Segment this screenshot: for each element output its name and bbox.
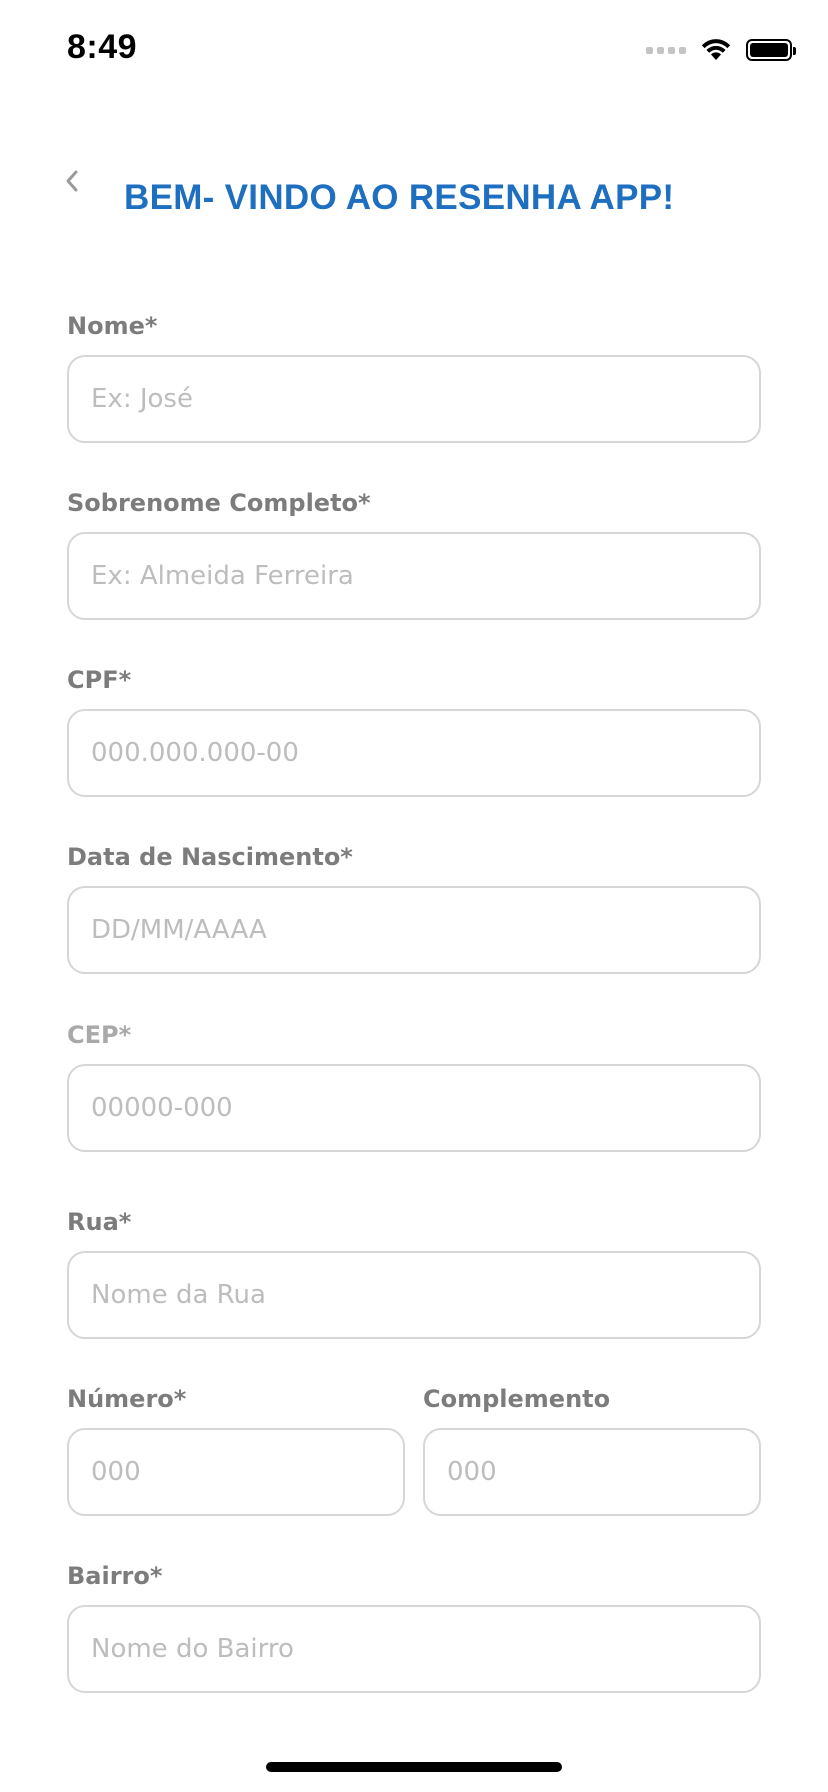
status-icons — [646, 34, 796, 66]
nome-field: Nome* — [67, 311, 761, 341]
bairro-field: Bairro* — [67, 1561, 761, 1591]
cpf-field: CPF* — [67, 665, 761, 695]
sobrenome-field: Sobrenome Completo* — [67, 488, 761, 518]
cellular-signal-icon — [646, 46, 686, 54]
cpf-label: CPF* — [67, 666, 132, 694]
complemento-input[interactable] — [423, 1428, 761, 1516]
rua-field: Rua* — [67, 1207, 761, 1237]
nascimento-field: Data de Nascimento* — [67, 842, 761, 872]
wifi-icon — [700, 38, 732, 62]
rua-input[interactable] — [67, 1251, 761, 1339]
bairro-label: Bairro* — [67, 1562, 163, 1590]
cpf-input[interactable] — [67, 709, 761, 797]
nome-label: Nome* — [67, 312, 158, 340]
battery-icon — [746, 39, 796, 61]
page-title-container: BEM- VINDO AO RESENHA APP! — [124, 170, 764, 212]
page-title: BEM- VINDO AO RESENHA APP! — [124, 178, 675, 212]
nome-input[interactable] — [67, 355, 761, 443]
chevron-left-icon[interactable] — [60, 166, 86, 196]
home-indicator[interactable] — [266, 1762, 562, 1772]
cep-input[interactable] — [67, 1064, 761, 1152]
status-time: 8:49 — [67, 28, 138, 66]
complemento-field: Complemento — [423, 1384, 761, 1414]
numero-field: Número* — [67, 1384, 405, 1414]
numero-label: Número* — [67, 1385, 187, 1413]
sobrenome-input[interactable] — [67, 532, 761, 620]
sobrenome-label: Sobrenome Completo* — [67, 489, 371, 517]
nascimento-label: Data de Nascimento* — [67, 843, 353, 871]
rua-label: Rua* — [67, 1208, 132, 1236]
cep-field: CEP* — [67, 1020, 761, 1050]
nascimento-input[interactable] — [67, 886, 761, 974]
cep-label: CEP* — [67, 1021, 132, 1049]
bairro-input[interactable] — [67, 1605, 761, 1693]
complemento-label: Complemento — [423, 1385, 611, 1413]
numero-input[interactable] — [67, 1428, 405, 1516]
